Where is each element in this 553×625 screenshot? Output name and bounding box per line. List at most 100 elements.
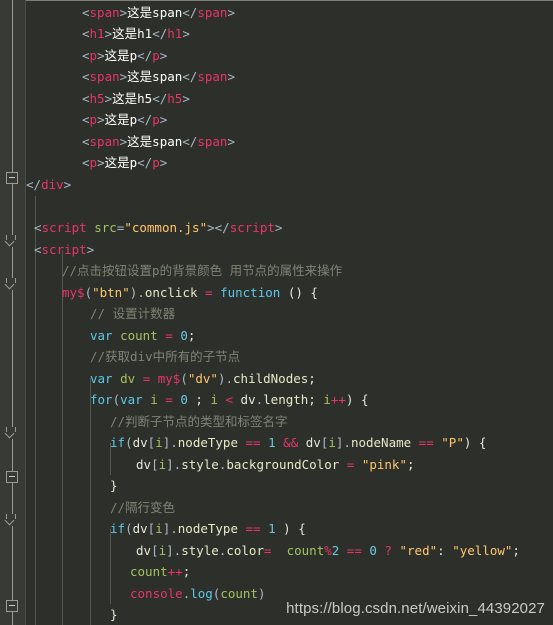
code-token: i bbox=[155, 521, 163, 536]
code-line[interactable]: <h1>这是h1</h1> bbox=[26, 23, 190, 44]
code-token: == bbox=[238, 521, 269, 536]
code-line[interactable]: <span>这是span</span> bbox=[26, 2, 235, 23]
code-line[interactable]: <p>这是p</p> bbox=[26, 45, 167, 66]
code-token: if bbox=[110, 435, 126, 450]
code-token: console bbox=[130, 586, 183, 601]
fold-region-end-icon[interactable] bbox=[6, 514, 18, 527]
code-token: p bbox=[89, 48, 98, 63]
code-token: onclick bbox=[144, 285, 198, 300]
code-token: < bbox=[82, 26, 90, 41]
code-token: h5 bbox=[167, 91, 183, 106]
chevron-down-icon bbox=[6, 278, 16, 283]
code-token: > bbox=[86, 242, 95, 257]
code-line[interactable]: //隔行变色 bbox=[26, 497, 175, 518]
code-token: = bbox=[135, 371, 158, 386]
code-token: i bbox=[210, 392, 218, 407]
code-line[interactable]: for(var i = 0 ; i < dv.length; i++) { bbox=[26, 389, 369, 410]
code-token: //判断子节点的类型和标签名字 bbox=[110, 414, 288, 429]
code-line[interactable]: <span>这是span</span> bbox=[26, 131, 235, 152]
code-token: count bbox=[130, 564, 168, 579]
code-token: 这是p bbox=[104, 48, 138, 63]
code-token: childNodes bbox=[233, 371, 309, 386]
code-token: count bbox=[120, 328, 158, 343]
code-token: "common.js" bbox=[124, 220, 208, 235]
code-token: ]. bbox=[335, 435, 351, 450]
code-token: < bbox=[34, 220, 42, 235]
code-token: > bbox=[182, 91, 190, 106]
code-token: < bbox=[217, 392, 241, 407]
code-token: src bbox=[94, 220, 117, 235]
fold-region-end-icon[interactable] bbox=[6, 278, 18, 291]
code-line[interactable]: <p>这是p</p> bbox=[26, 109, 167, 130]
code-line[interactable]: <script> bbox=[26, 239, 94, 260]
code-token: script bbox=[41, 220, 95, 235]
code-line[interactable]: if(dv[i].nodeType == 1 && dv[i].nodeName… bbox=[26, 432, 486, 453]
code-line[interactable]: //获取div中所有的子节点 bbox=[26, 346, 240, 367]
code-token: == bbox=[238, 435, 269, 450]
code-token: </ bbox=[137, 112, 153, 127]
code-line[interactable]: <span>这是span</span> bbox=[26, 66, 235, 87]
code-token: > bbox=[274, 220, 283, 235]
code-line[interactable]: // 设置计数器 bbox=[26, 303, 175, 324]
code-token: span bbox=[197, 5, 228, 20]
chevron-down-icon bbox=[6, 514, 16, 519]
code-token: ]. bbox=[166, 543, 182, 558]
code-token: 1 bbox=[268, 435, 276, 450]
code-token: </ bbox=[182, 69, 198, 84]
code-token: } bbox=[110, 607, 118, 622]
code-line[interactable]: my$("btn").onclick = function () { bbox=[26, 282, 318, 303]
code-line[interactable]: } bbox=[26, 604, 118, 625]
code-surface[interactable]: <span>这是span</span> <h1>这是h1</h1> <p>这是p</… bbox=[26, 0, 553, 625]
code-token: // 设置计数器 bbox=[90, 306, 176, 321]
code-token: > bbox=[159, 48, 168, 63]
code-token: < bbox=[82, 112, 90, 127]
code-token: ]. bbox=[162, 521, 178, 536]
code-line[interactable]: } bbox=[26, 475, 118, 496]
code-line[interactable]: <script src="common.js"></script> bbox=[26, 217, 282, 238]
code-token: : bbox=[437, 543, 453, 558]
fold-collapse-icon[interactable] bbox=[6, 471, 18, 483]
code-token: < bbox=[82, 134, 90, 149]
code-token: ( bbox=[84, 285, 93, 300]
code-line[interactable]: dv[i].style.backgroundColor = "pink"; bbox=[26, 454, 415, 475]
code-line[interactable]: if(dv[i].nodeType == 1 ) { bbox=[26, 518, 306, 539]
fold-region-end-icon[interactable] bbox=[6, 235, 18, 248]
code-token: ]. bbox=[162, 435, 178, 450]
code-token: dv bbox=[240, 392, 256, 407]
fold-collapse-icon[interactable] bbox=[6, 600, 18, 612]
code-token: < bbox=[82, 91, 90, 106]
code-token: [ bbox=[151, 543, 159, 558]
code-line[interactable]: console.log(count) bbox=[26, 583, 266, 604]
fold-region-end-icon[interactable] bbox=[6, 427, 18, 440]
code-line[interactable]: //点击按钮设置p的背景颜色 用节点的属性来操作 bbox=[26, 260, 342, 281]
code-token: ( bbox=[112, 392, 121, 407]
fold-collapse-icon[interactable] bbox=[6, 172, 18, 184]
code-token: ++ bbox=[167, 564, 183, 579]
code-token: if bbox=[110, 521, 126, 536]
code-token: span bbox=[197, 134, 228, 149]
watermark-url: https://blog.csdn.net/weixin_44392027 bbox=[286, 599, 545, 617]
code-token: = bbox=[157, 328, 181, 343]
code-token: "yellow" bbox=[452, 543, 513, 558]
code-token: dv bbox=[132, 435, 148, 450]
code-token: ). bbox=[129, 285, 145, 300]
code-line[interactable]: var count = 0; bbox=[26, 325, 195, 346]
code-token: % bbox=[324, 543, 332, 558]
code-line[interactable]: <p>这是p</p> bbox=[26, 152, 167, 173]
code-line[interactable]: </div> bbox=[26, 174, 71, 195]
code-line[interactable]: <h5>这是h5</h5> bbox=[26, 88, 190, 109]
code-token: [ bbox=[151, 457, 159, 472]
code-line[interactable]: dv[i].style.color= count%2 == 0 ? "red":… bbox=[26, 540, 520, 561]
code-line[interactable]: //判断子节点的类型和标签名字 bbox=[26, 411, 288, 432]
code-line[interactable]: var dv = my$("dv").childNodes; bbox=[26, 368, 316, 389]
code-token: i bbox=[328, 435, 336, 450]
code-line[interactable]: count++; bbox=[26, 561, 190, 582]
code-token: i bbox=[323, 392, 331, 407]
code-token: > bbox=[207, 220, 215, 235]
code-token: && bbox=[275, 435, 306, 450]
code-token: > bbox=[104, 91, 113, 106]
code-token: 0 bbox=[180, 392, 188, 407]
code-token: < bbox=[34, 242, 42, 257]
code-token: dv bbox=[136, 543, 152, 558]
fold-rail bbox=[12, 290, 13, 427]
